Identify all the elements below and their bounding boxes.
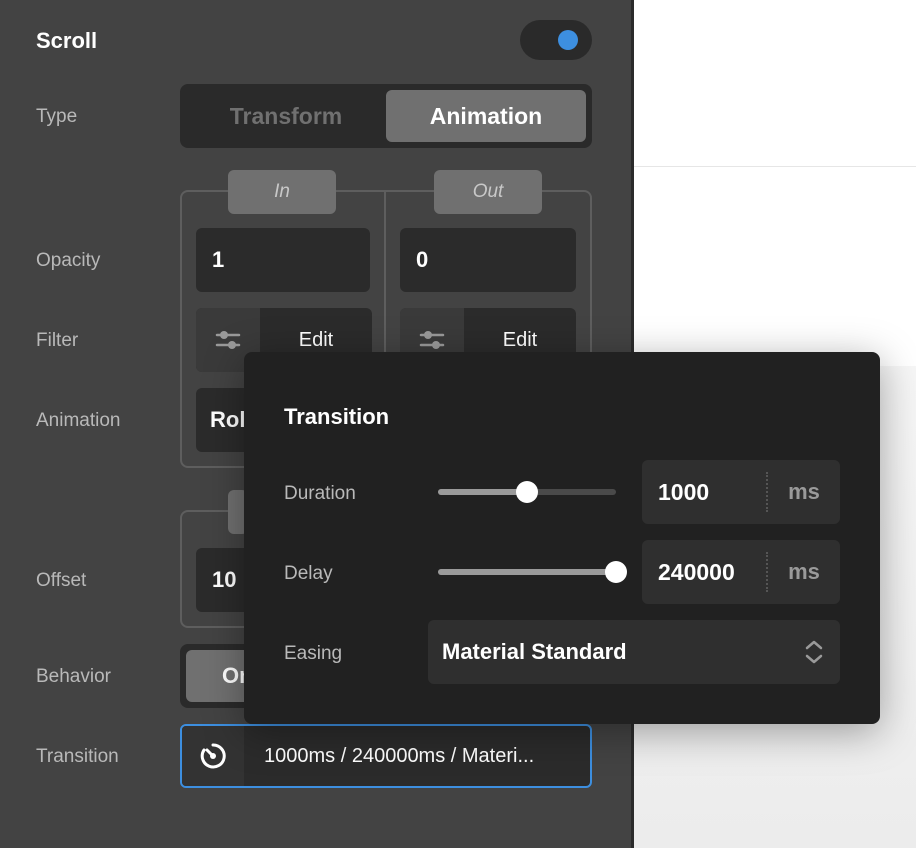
toggle-knob	[558, 30, 578, 50]
duration-input[interactable]: 1000 ms	[642, 460, 840, 524]
delay-label: Delay	[284, 563, 333, 584]
delay-unit: ms	[788, 559, 820, 584]
duration-value: 1000	[658, 478, 710, 505]
easing-select[interactable]: Material Standard	[428, 620, 840, 684]
canvas-divider	[634, 166, 916, 167]
transition-popover: Transition Duration 1000 ms Delay 240000…	[244, 352, 880, 724]
in-tag: In	[228, 170, 336, 214]
section-title: Scroll	[36, 28, 98, 53]
delay-slider-handle[interactable]	[605, 561, 627, 583]
popover-title: Transition	[284, 404, 390, 429]
delay-input[interactable]: 240000 ms	[642, 540, 840, 604]
easing-label: Easing	[284, 643, 343, 664]
duration-unit: ms	[788, 479, 820, 504]
scroll-toggle[interactable]	[520, 20, 592, 60]
filter-label: Filter	[36, 330, 79, 351]
type-segmented-control: Transform Animation	[180, 84, 592, 148]
type-option-animation[interactable]: Animation	[386, 90, 586, 142]
opacity-in-input[interactable]: 1	[196, 228, 370, 292]
duration-slider[interactable]	[438, 481, 616, 503]
opacity-label: Opacity	[36, 250, 101, 271]
type-option-transform[interactable]: Transform	[186, 90, 386, 142]
type-label: Type	[36, 106, 78, 127]
easing-value: Material Standard	[442, 639, 627, 664]
animation-label: Animation	[36, 410, 121, 431]
duration-label: Duration	[284, 483, 356, 504]
transition-summary: 1000ms / 240000ms / Materi...	[264, 744, 535, 767]
timer-icon	[182, 726, 244, 786]
transition-label: Transition	[36, 746, 119, 767]
behavior-label: Behavior	[36, 666, 111, 687]
duration-slider-fill	[438, 489, 527, 495]
delay-slider[interactable]	[438, 561, 627, 583]
delay-slider-fill	[438, 569, 616, 575]
transition-field[interactable]: 1000ms / 240000ms / Materi...	[180, 724, 592, 788]
opacity-out-input[interactable]: 0	[400, 228, 576, 292]
out-tag: Out	[434, 170, 542, 214]
offset-label: Offset	[36, 570, 87, 591]
chevron-up-down-icon	[805, 640, 823, 664]
duration-slider-handle[interactable]	[516, 481, 538, 503]
delay-value: 240000	[658, 558, 735, 585]
